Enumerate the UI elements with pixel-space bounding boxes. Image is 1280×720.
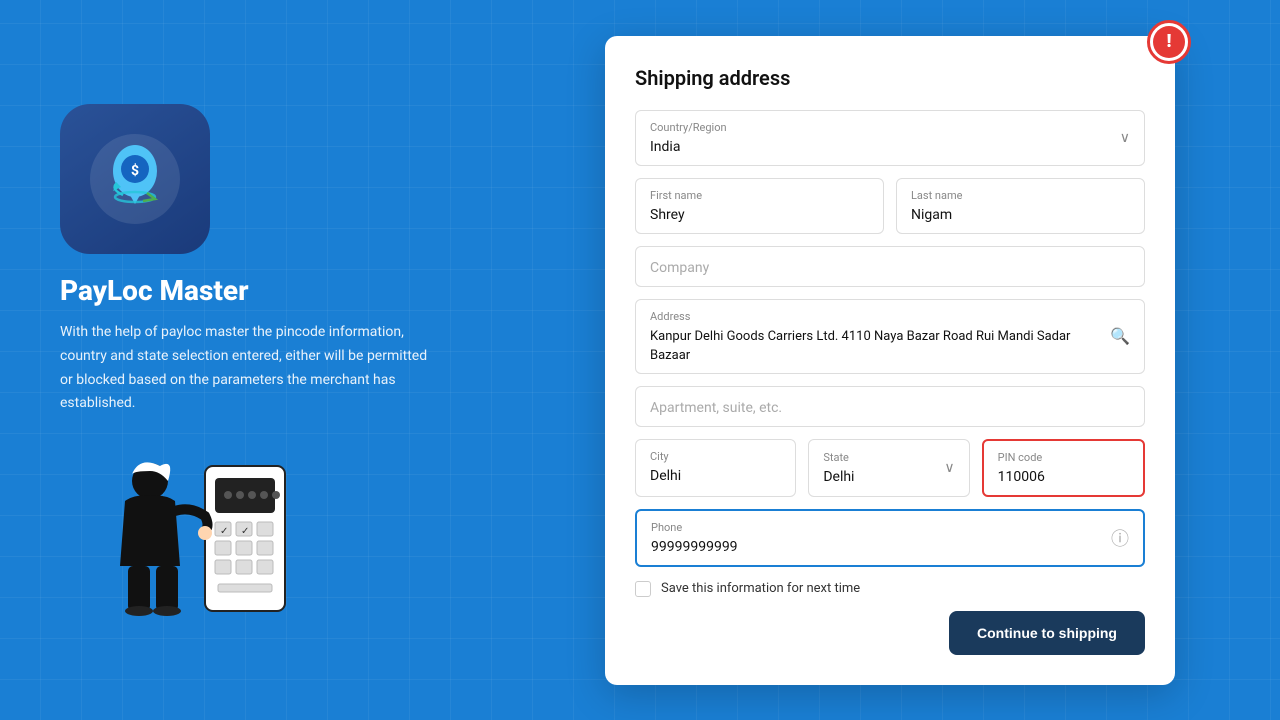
phone-label: Phone — [651, 521, 738, 534]
address-label: Address — [650, 310, 1100, 323]
country-value: India — [650, 139, 680, 155]
continue-button[interactable]: Continue to shipping — [949, 611, 1145, 655]
pin-code-field[interactable]: PIN code 110006 — [982, 439, 1145, 497]
state-chevron-icon: ∨ — [944, 460, 954, 476]
first-name-value: Shrey — [650, 207, 685, 223]
left-panel: $ PayLoc Master With the help of payloc … — [0, 64, 500, 656]
address-field[interactable]: Address Kanpur Delhi Goods Carriers Ltd.… — [635, 299, 1145, 374]
svg-text:✓: ✓ — [220, 526, 228, 537]
app-icon: $ — [60, 104, 210, 254]
alert-badge: ! — [1147, 20, 1191, 64]
app-icon-svg: $ — [75, 119, 195, 239]
country-field[interactable]: Country/Region India ∨ — [635, 110, 1145, 166]
company-field[interactable]: Company — [635, 246, 1145, 287]
first-name-field[interactable]: First name Shrey — [635, 178, 884, 234]
state-content: State Delhi — [823, 451, 854, 485]
svg-text:✓: ✓ — [241, 526, 249, 537]
last-name-field[interactable]: Last name Nigam — [896, 178, 1145, 234]
pin-label: PIN code — [998, 451, 1129, 464]
phone-content: Phone 99999999999 — [651, 521, 738, 555]
app-title: PayLoc Master — [60, 274, 440, 307]
phone-help-icon[interactable]: ⓘ — [1111, 525, 1129, 551]
last-name-value: Nigam — [911, 207, 952, 223]
shipping-card: ! Shipping address Country/Region India … — [605, 36, 1175, 685]
apartment-field[interactable]: Apartment, suite, etc. — [635, 386, 1145, 427]
apartment-group: Apartment, suite, etc. — [635, 386, 1145, 427]
address-search-icon: 🔍 — [1110, 327, 1130, 346]
company-placeholder: Company — [650, 260, 709, 276]
save-info-row: Save this information for next time — [635, 581, 1145, 597]
illustration-svg: ✓ ✓ — [60, 436, 290, 616]
illustration: ✓ ✓ — [60, 436, 300, 616]
phone-field[interactable]: Phone 99999999999 ⓘ — [635, 509, 1145, 567]
state-value: Delhi — [823, 469, 854, 485]
state-label: State — [823, 451, 854, 464]
pin-value: 110006 — [998, 469, 1045, 485]
city-field[interactable]: City Delhi — [635, 439, 796, 497]
save-label: Save this information for next time — [661, 581, 860, 596]
name-row: First name Shrey Last name Nigam — [635, 178, 1145, 234]
form-title: Shipping address — [635, 66, 1145, 90]
address-group: Address Kanpur Delhi Goods Carriers Ltd.… — [635, 299, 1145, 374]
country-group: Country/Region India ∨ — [635, 110, 1145, 166]
first-name-label: First name — [650, 189, 869, 202]
last-name-label: Last name — [911, 189, 1130, 202]
address-value: Kanpur Delhi Goods Carriers Ltd. 4110 Na… — [650, 329, 1070, 363]
city-label: City — [650, 450, 781, 463]
state-field[interactable]: State Delhi ∨ — [808, 439, 969, 497]
right-panel: ! Shipping address Country/Region India … — [500, 16, 1280, 705]
country-chevron-icon: ∨ — [1120, 130, 1130, 146]
alert-icon: ! — [1153, 26, 1185, 58]
phone-value: 99999999999 — [651, 539, 738, 555]
city-value: Delhi — [650, 468, 681, 484]
svg-text:$: $ — [131, 162, 139, 179]
app-description: With the help of payloc master the pinco… — [60, 321, 440, 416]
location-row: City Delhi State Delhi ∨ PIN code 110006 — [635, 439, 1145, 497]
country-content: Country/Region India — [650, 121, 727, 155]
phone-group: Phone 99999999999 ⓘ — [635, 509, 1145, 567]
company-group: Company — [635, 246, 1145, 287]
country-label: Country/Region — [650, 121, 727, 134]
save-checkbox[interactable] — [635, 581, 651, 597]
apartment-placeholder: Apartment, suite, etc. — [650, 400, 782, 416]
